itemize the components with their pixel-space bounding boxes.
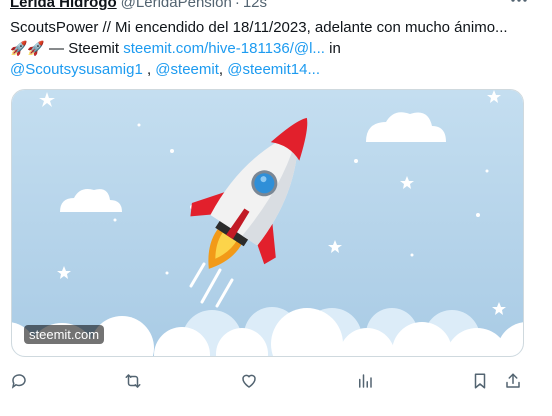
tweet-timestamp[interactable]: 12s bbox=[243, 0, 267, 11]
author-name[interactable]: Lerida Hidrogo bbox=[10, 0, 117, 11]
share-button[interactable] bbox=[502, 370, 524, 392]
retweet-icon bbox=[125, 374, 141, 388]
mention-steemit14[interactable]: @steemit14... bbox=[227, 61, 320, 78]
tweet-text-in: in bbox=[324, 40, 341, 57]
mention-separator-1: , bbox=[142, 61, 156, 78]
bookmark-icon bbox=[474, 373, 486, 389]
more-options-button[interactable] bbox=[508, 0, 530, 8]
rocket-emoji: 🚀🚀 bbox=[10, 40, 45, 56]
media-card[interactable]: steemit.com bbox=[11, 89, 524, 357]
author-handle[interactable]: @LeridaPension bbox=[121, 0, 232, 11]
heart-icon bbox=[242, 374, 256, 388]
tweet-actions bbox=[0, 370, 552, 394]
views-icon bbox=[359, 374, 372, 388]
mention-scoutsysusamig1[interactable]: @Scoutsysusamig1 bbox=[10, 61, 143, 78]
tweet-text-part2: — Steemit bbox=[44, 40, 124, 57]
share-icon bbox=[506, 373, 520, 388]
mention-separator-2: , bbox=[218, 61, 228, 78]
views-button[interactable] bbox=[354, 370, 376, 392]
domain-badge: steemit.com bbox=[24, 325, 105, 344]
reply-icon bbox=[11, 374, 26, 389]
tweet-text-part1: ScoutsPower // Mi encendido del 18/11/20… bbox=[10, 19, 508, 36]
separator-dot: · bbox=[234, 0, 240, 11]
like-button[interactable] bbox=[238, 370, 260, 392]
retweet-button[interactable] bbox=[122, 370, 144, 392]
reply-button[interactable] bbox=[8, 370, 30, 392]
more-icon bbox=[511, 0, 527, 2]
mention-steemit[interactable]: @steemit bbox=[155, 61, 219, 78]
tweet-text: ScoutsPower // Mi encendido del 18/11/20… bbox=[10, 17, 530, 80]
steemit-link[interactable]: steemit.com/hive-181136/@l... bbox=[123, 40, 325, 57]
tweet-header: Lerida Hidrogo @LeridaPension · 12s bbox=[10, 0, 267, 12]
rocket-illustration bbox=[12, 90, 523, 356]
bookmark-button[interactable] bbox=[469, 370, 491, 392]
